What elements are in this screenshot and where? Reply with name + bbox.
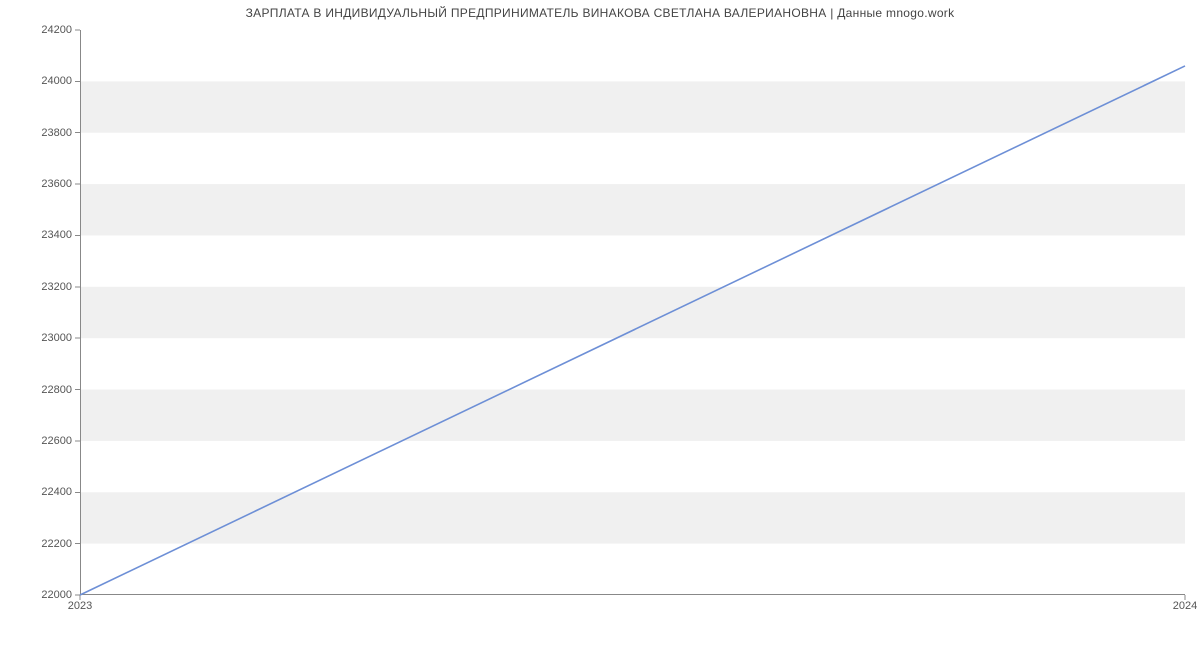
y-tick-label: 22200	[12, 538, 72, 550]
y-tick-label: 23400	[12, 229, 72, 241]
y-tick-label: 22800	[12, 384, 72, 396]
chart-title: ЗАРПЛАТА В ИНДИВИДУАЛЬНЫЙ ПРЕДПРИНИМАТЕЛ…	[0, 6, 1200, 20]
plot-area	[80, 30, 1185, 595]
y-tick-label: 23000	[12, 332, 72, 344]
y-tick-label: 23800	[12, 127, 72, 139]
y-tick-label: 22000	[12, 589, 72, 601]
chart-svg	[80, 30, 1185, 595]
y-tick-label: 22600	[12, 435, 72, 447]
y-tick-label: 22400	[12, 486, 72, 498]
y-tick-label: 23600	[12, 178, 72, 190]
chart-container: ЗАРПЛАТА В ИНДИВИДУАЛЬНЫЙ ПРЕДПРИНИМАТЕЛ…	[0, 0, 1200, 650]
y-tick-label: 24000	[12, 75, 72, 87]
x-tick-label: 2023	[68, 600, 92, 612]
x-tick-label: 2024	[1173, 600, 1197, 612]
y-tick-label: 23200	[12, 281, 72, 293]
y-tick-label: 24200	[12, 24, 72, 36]
